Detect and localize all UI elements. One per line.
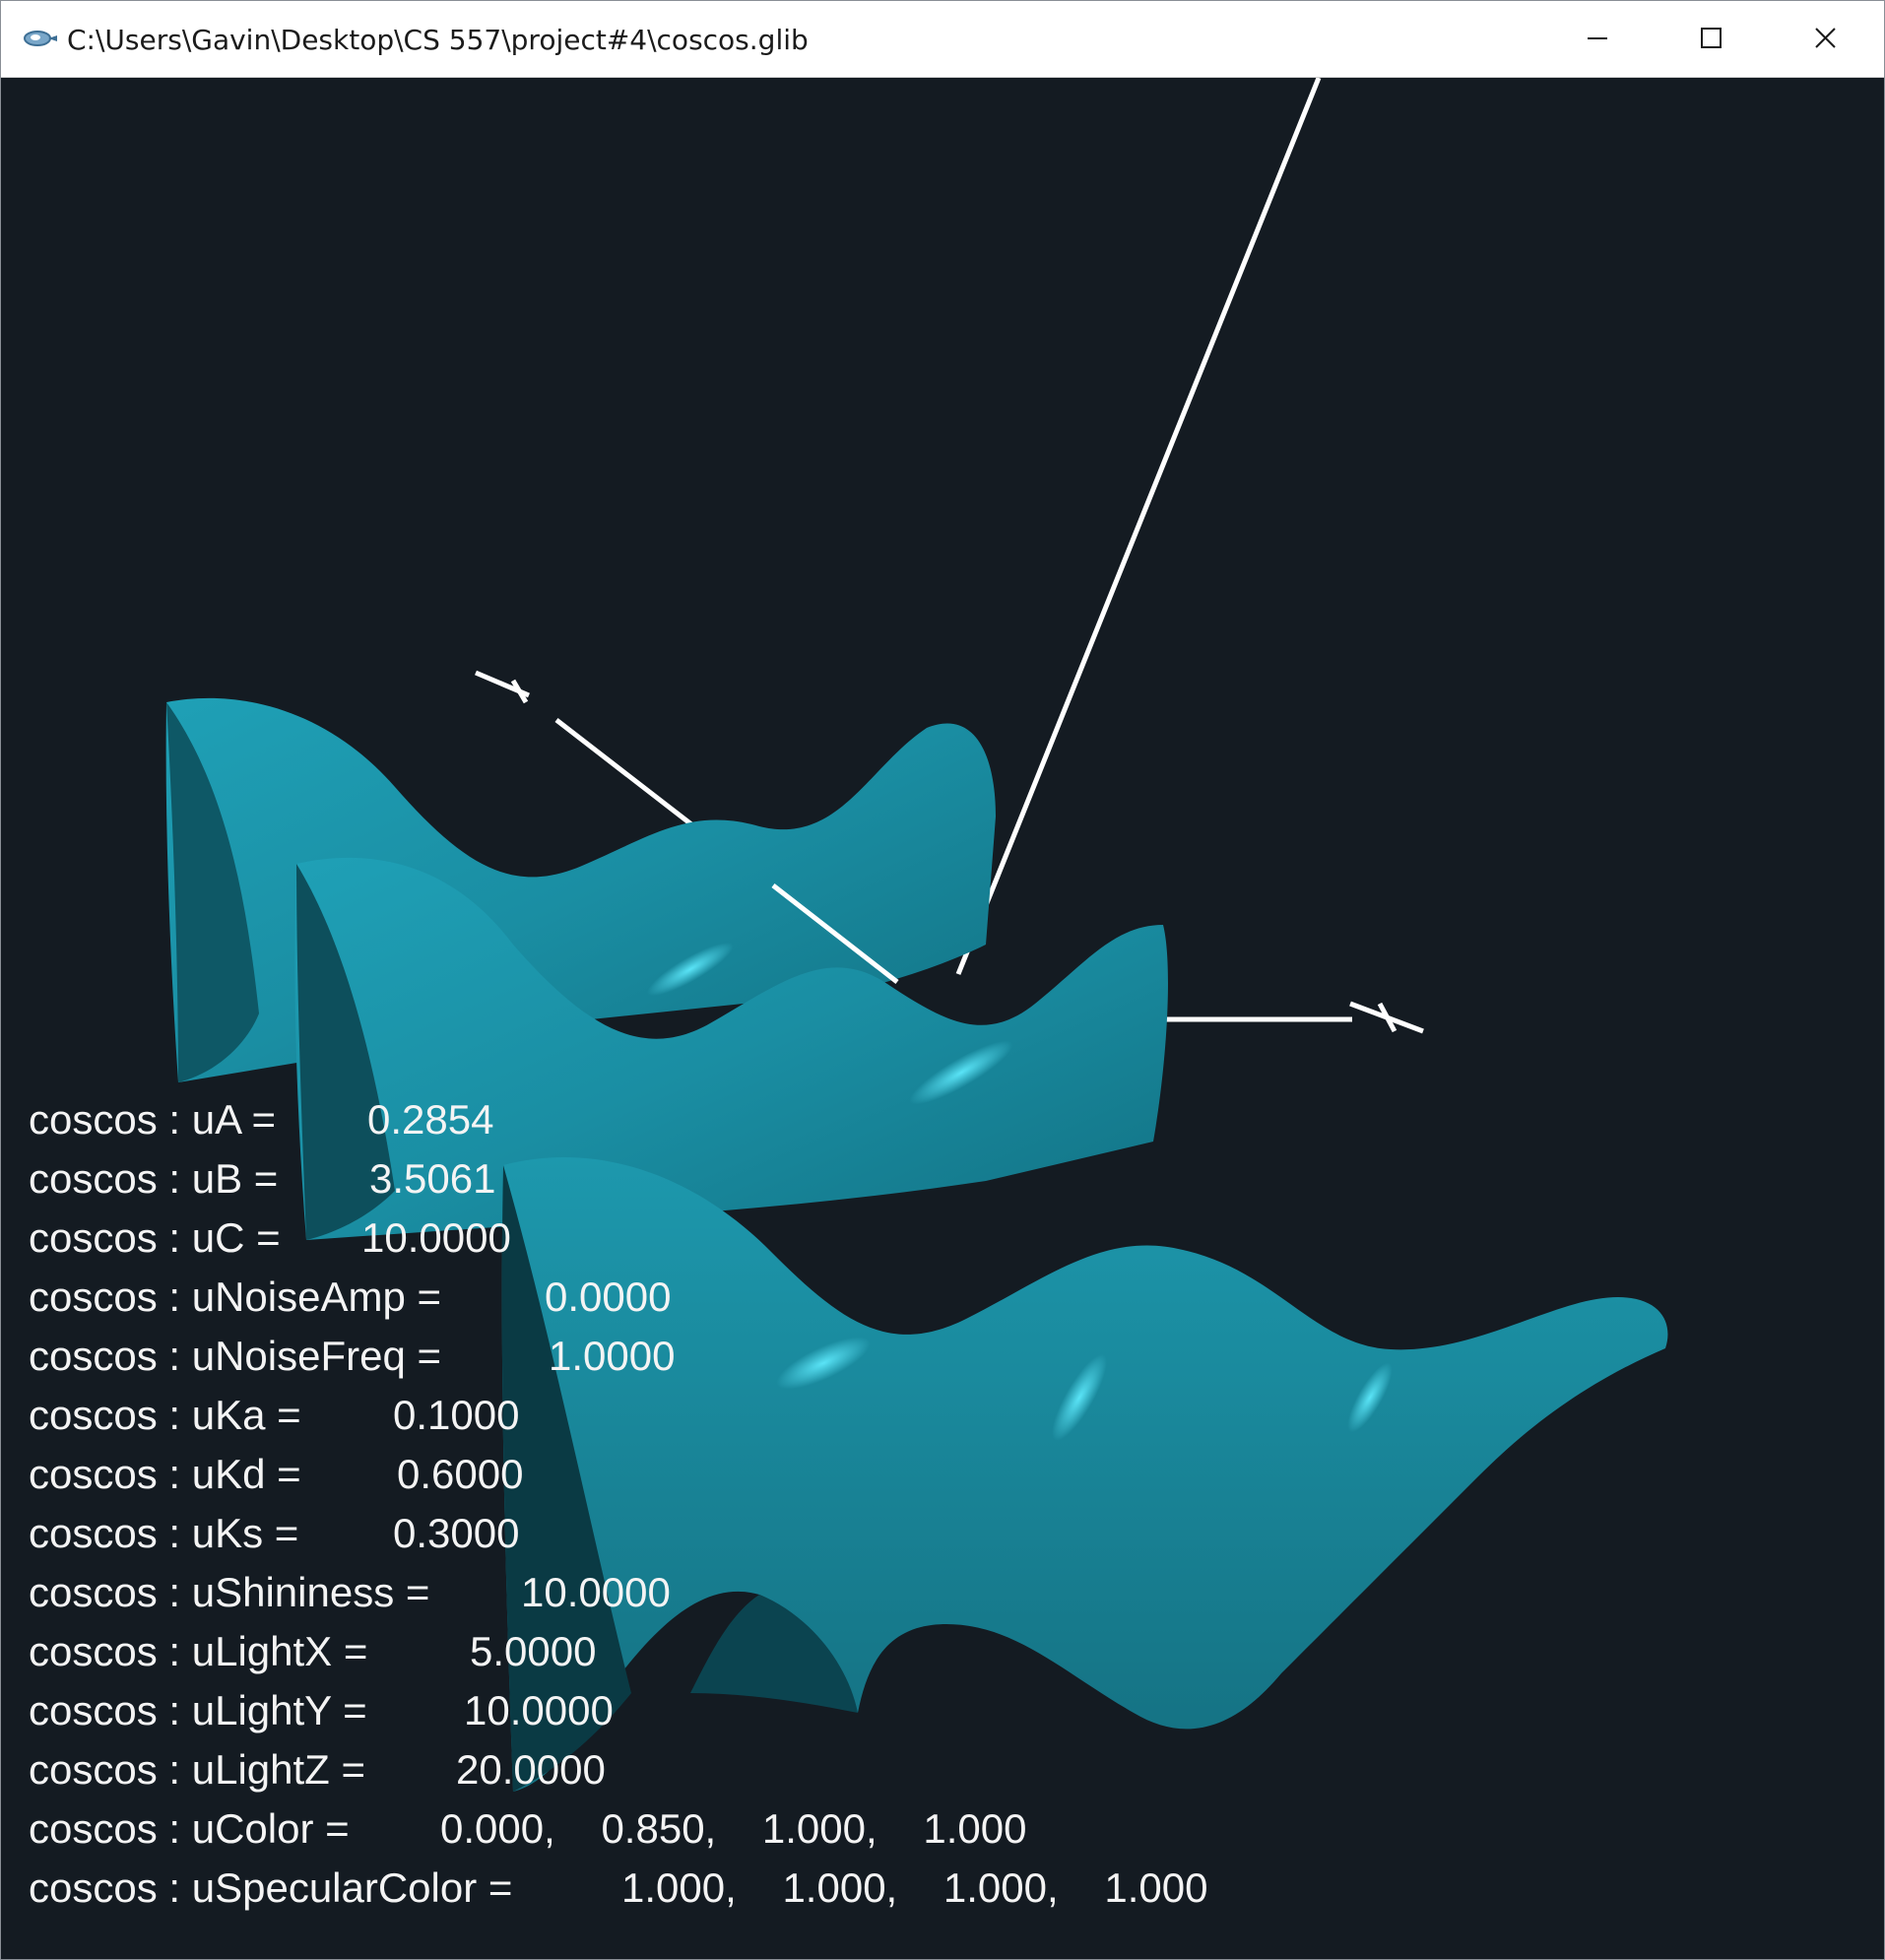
param-value: 10.0000 bbox=[464, 1687, 614, 1733]
param-label: coscos : uNoiseFreq = bbox=[29, 1333, 442, 1379]
minimize-icon bbox=[1588, 37, 1607, 39]
param-value: 20.0000 bbox=[456, 1746, 606, 1793]
z-axis-line bbox=[955, 78, 1322, 975]
param-label: coscos : uC = bbox=[29, 1214, 281, 1261]
param-value: 10.0000 bbox=[521, 1569, 671, 1615]
app-window: C:\Users\Gavin\Desktop\CS 557\project#4\… bbox=[0, 0, 1885, 1960]
maximize-icon bbox=[1701, 28, 1722, 48]
close-icon bbox=[1815, 28, 1836, 48]
param-value: 0.3000 bbox=[393, 1510, 520, 1556]
param-row-uKa: coscos : uKa = 0.1000 bbox=[29, 1386, 1407, 1445]
param-label: coscos : uNoiseAmp = bbox=[29, 1274, 442, 1320]
param-label: coscos : uColor = bbox=[29, 1805, 350, 1852]
param-row-uShininess: coscos : uShininess = 10.0000 bbox=[29, 1563, 1407, 1622]
maximize-button[interactable] bbox=[1655, 1, 1769, 77]
param-row-uSpecularColor: coscos : uSpecularColor = 1.000, 1.000, … bbox=[29, 1859, 1407, 1918]
param-value: 0.2854 bbox=[367, 1096, 494, 1143]
close-button[interactable] bbox=[1769, 1, 1883, 77]
param-label: coscos : uLightZ = bbox=[29, 1746, 366, 1793]
param-value: 1.0000 bbox=[549, 1333, 676, 1379]
param-label: coscos : uA = bbox=[29, 1096, 276, 1143]
param-row-uC: coscos : uC = 10.0000 bbox=[29, 1209, 1407, 1268]
param-row-uKd: coscos : uKd = 0.6000 bbox=[29, 1445, 1407, 1504]
param-value: 10.0000 bbox=[361, 1214, 511, 1261]
param-label: coscos : uKd = bbox=[29, 1451, 301, 1497]
y-axis-line-far bbox=[554, 718, 706, 836]
param-value: 0.000, 0.850, 1.000, 1.000 bbox=[440, 1805, 1027, 1852]
param-label: coscos : uB = bbox=[29, 1155, 279, 1202]
param-label: coscos : uLightY = bbox=[29, 1687, 367, 1733]
uniform-parameter-list: coscos : uA = 0.2854 coscos : uB = 3.506… bbox=[29, 1090, 1407, 1918]
param-label: coscos : uKa = bbox=[29, 1392, 301, 1438]
param-value: 3.5061 bbox=[369, 1155, 496, 1202]
title-bar[interactable]: C:\Users\Gavin\Desktop\CS 557\project#4\… bbox=[1, 1, 1884, 78]
param-row-uB: coscos : uB = 3.5061 bbox=[29, 1149, 1407, 1209]
param-value: 0.6000 bbox=[397, 1451, 524, 1497]
param-row-uLightX: coscos : uLightX = 5.0000 bbox=[29, 1622, 1407, 1681]
param-label: coscos : uLightX = bbox=[29, 1628, 368, 1674]
param-label: coscos : uSpecularColor = bbox=[29, 1864, 513, 1911]
param-row-uLightZ: coscos : uLightZ = 20.0000 bbox=[29, 1740, 1407, 1799]
param-label: coscos : uShininess = bbox=[29, 1569, 430, 1615]
param-row-uNoiseAmp: coscos : uNoiseAmp = 0.0000 bbox=[29, 1268, 1407, 1327]
minimize-button[interactable] bbox=[1540, 1, 1655, 77]
param-value: 0.0000 bbox=[545, 1274, 672, 1320]
param-value: 1.000, 1.000, 1.000, 1.000 bbox=[621, 1864, 1208, 1911]
param-label: coscos : uKs = bbox=[29, 1510, 299, 1556]
window-title: C:\Users\Gavin\Desktop\CS 557\project#4\… bbox=[67, 24, 809, 56]
param-row-uNoiseFreq: coscos : uNoiseFreq = 1.0000 bbox=[29, 1327, 1407, 1386]
param-value: 0.1000 bbox=[393, 1392, 520, 1438]
param-row-uColor: coscos : uColor = 0.000, 0.850, 1.000, 1… bbox=[29, 1799, 1407, 1859]
render-viewport[interactable]: coscos : uA = 0.2854 coscos : uB = 3.506… bbox=[1, 78, 1884, 1959]
glman-app-icon bbox=[23, 27, 58, 50]
param-row-uKs: coscos : uKs = 0.3000 bbox=[29, 1504, 1407, 1563]
param-row-uLightY: coscos : uLightY = 10.0000 bbox=[29, 1681, 1407, 1740]
param-value: 5.0000 bbox=[470, 1628, 597, 1674]
param-row-uA: coscos : uA = 0.2854 bbox=[29, 1090, 1407, 1149]
